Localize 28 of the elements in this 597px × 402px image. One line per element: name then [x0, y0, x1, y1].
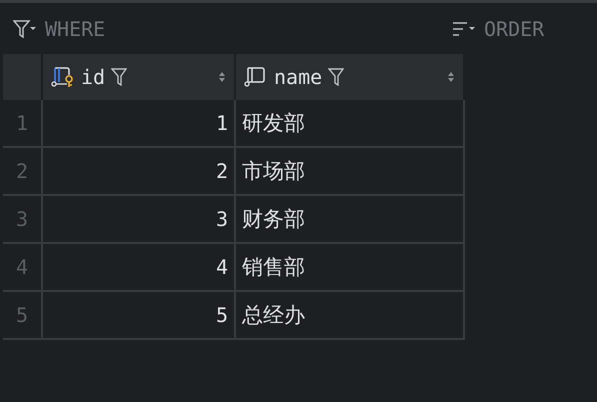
table-cell: 4 [43, 244, 236, 292]
row-number: 2 [3, 148, 43, 196]
column-icon [244, 66, 268, 88]
column-name: name [274, 65, 322, 89]
table-cell: 市场部 [236, 148, 465, 196]
column-name: id [81, 65, 106, 89]
table-cell: 1 [43, 100, 236, 148]
filter-dropdown-icon[interactable] [13, 18, 37, 38]
table-cell: 2 [43, 148, 236, 196]
table-cell: 研发部 [236, 100, 465, 148]
column-header[interactable]: id [43, 54, 236, 100]
sort-icon[interactable] [218, 71, 226, 83]
table-cell: 总经办 [236, 292, 465, 340]
column-header[interactable]: name [236, 54, 465, 100]
table-cell: 销售部 [236, 244, 465, 292]
row-number: 1 [3, 100, 43, 148]
table-cell: 5 [43, 292, 236, 340]
filter-icon[interactable] [328, 68, 344, 86]
table-cell: 3 [43, 196, 236, 244]
header-corner [3, 54, 43, 100]
sort-dropdown-icon[interactable] [452, 20, 476, 38]
filter-icon[interactable] [111, 68, 128, 86]
table-cell: 财务部 [236, 196, 465, 244]
row-number: 4 [3, 244, 43, 292]
key-column-icon [51, 66, 75, 88]
row-number: 5 [3, 292, 43, 340]
row-number: 3 [3, 196, 43, 244]
sort-icon[interactable] [447, 71, 455, 83]
